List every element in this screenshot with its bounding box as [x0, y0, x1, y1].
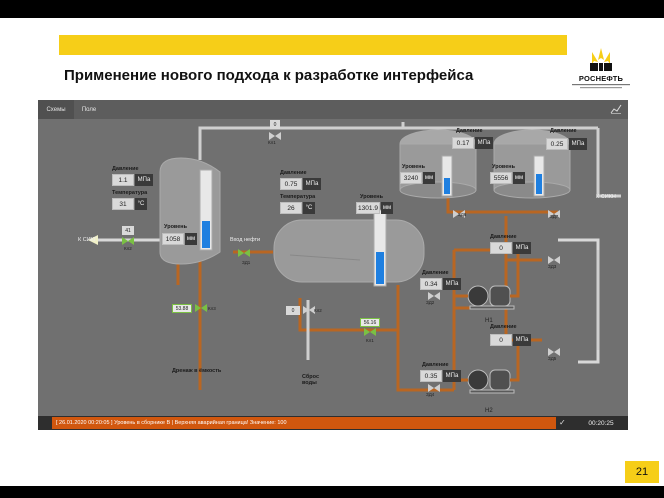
- tank-left-pressure-unit: МПа: [135, 174, 153, 186]
- valve-kv1b-value: 56.16: [360, 318, 380, 327]
- h2-pressure-unit: МПа: [443, 370, 461, 382]
- tank-left-pressure-label: Давление: [112, 166, 139, 172]
- alarm-status-bar: [ 26.01.2020 00:20:05 ] Уровень в сборни…: [38, 416, 628, 430]
- tank-left-pressure-value: 1.1: [112, 174, 134, 186]
- zd6-tag: ЗД6: [458, 212, 467, 217]
- valve-kv1b-tag: Кл1: [366, 338, 374, 343]
- pump-h2: [467, 369, 515, 394]
- rv1-pressure-value: 0.17: [452, 137, 474, 149]
- valve-kv3-icon[interactable]: [195, 304, 207, 312]
- zd5-tag: ЗД5: [548, 356, 557, 361]
- inlet-label: Вход нефти: [230, 237, 261, 243]
- pump-h2-name: Н2: [485, 408, 493, 414]
- valve-kv2-tag: Кл2: [124, 246, 132, 251]
- sep-pressure-value: 0.75: [280, 178, 302, 190]
- tank-left-level-fill: [202, 221, 210, 248]
- separator-vessel: [273, 209, 425, 287]
- zd1-tag: ЗД1: [242, 260, 251, 265]
- valve-kv1-tag: Кл1: [268, 140, 276, 145]
- h1-pressure-label: Давление: [422, 270, 449, 276]
- alarm-message[interactable]: [ 26.01.2020 00:20:05 ] Уровень в сборни…: [52, 417, 556, 429]
- valve-kv1-value: 0: [270, 120, 280, 129]
- tank-left-temp-value: 31: [112, 198, 134, 210]
- tank-left-temp-unit: °С: [135, 198, 147, 210]
- zd7-tag: ЗД7: [550, 214, 559, 219]
- rv2-level-label: Уровень: [492, 164, 516, 170]
- water-drain-label: Сброс воды: [302, 374, 320, 386]
- rv1-level-value: 3240: [400, 172, 422, 184]
- tank-left-level-label: Уровень: [164, 224, 188, 230]
- sep-temp-label: Температура: [280, 194, 316, 200]
- header-pressure-value: 0: [490, 242, 512, 254]
- valve-zd3-icon[interactable]: [548, 256, 560, 264]
- rv2-level-value: 5556: [490, 172, 512, 184]
- valve-zd5-icon[interactable]: [548, 348, 560, 356]
- rv2-pressure-value: 0.25: [546, 138, 568, 150]
- top-black-bar: [0, 0, 664, 18]
- h1-pressure-value: 0.34: [420, 278, 442, 290]
- separator-level-fill: [376, 252, 384, 284]
- h1-pressure-unit: МПа: [443, 278, 461, 290]
- process-diagram: [88, 122, 621, 394]
- h2-out-pressure-value: 0: [490, 334, 512, 346]
- accent-strip: [59, 35, 567, 55]
- valve-kv2-icon[interactable]: [122, 237, 134, 245]
- rv2-level-unit: мм: [513, 172, 525, 184]
- tank-left-level-unit: мм: [185, 233, 197, 245]
- drain-label: Дренаж в ёмкость: [172, 368, 222, 374]
- tank-left-temp-label: Температура: [112, 190, 148, 196]
- zd3-tag: ЗД3: [548, 264, 557, 269]
- sep-temp-unit: °С: [303, 202, 315, 214]
- rv1-level-label: Уровень: [402, 164, 426, 170]
- rv1-pressure-unit: МПа: [475, 137, 493, 149]
- header-pressure-unit: МПа: [513, 242, 531, 254]
- sep-level-value: 1301.9: [356, 202, 380, 214]
- valve-kv1-icon[interactable]: [269, 132, 281, 140]
- h2-out-pressure-unit: МПа: [513, 334, 531, 346]
- scada-screen: Схемы Поле 0 Кл1 41 Кл2 53.88 Кл3 0 Кл2 …: [38, 100, 628, 430]
- sep-pressure-unit: МПа: [303, 178, 321, 190]
- rv1-level-unit: мм: [423, 172, 435, 184]
- h2-pressure-label: Давление: [422, 362, 449, 368]
- page-number-badge: 21: [625, 461, 659, 483]
- bottom-black-bar: [0, 486, 664, 498]
- slide-title: Применение нового подхода к разработке и…: [64, 67, 474, 84]
- sep-temp-value: 26: [280, 202, 302, 214]
- logo-subtitle-mark: [572, 84, 630, 89]
- sep-pressure-label: Давление: [280, 170, 307, 176]
- valve-zd1-icon[interactable]: [238, 249, 250, 257]
- sep-level-label: Уровень: [360, 194, 384, 200]
- rv2-level-fill: [536, 174, 542, 194]
- rv1-pressure-label: Давление: [456, 128, 483, 134]
- valve-kv3-value: 53.88: [172, 304, 192, 313]
- tank-left: [159, 157, 221, 265]
- valve-kv2b-value: 0: [286, 306, 300, 315]
- logo-wordmark: РОСНЕФТЬ: [578, 74, 624, 83]
- h2-out-pressure-label: Давление: [490, 324, 517, 330]
- header-pressure-label: Давление: [490, 234, 517, 240]
- tank-left-level-value: 1058: [162, 233, 184, 245]
- valve-kv3-tag: Кл3: [208, 306, 216, 311]
- zd4-tag: ЗД4: [426, 392, 435, 397]
- valve-kv2-value: 41: [122, 226, 134, 235]
- acknowledge-check-icon[interactable]: ✓: [559, 418, 569, 428]
- rv1-level-fill: [444, 178, 450, 194]
- sep-level-unit: мм: [381, 202, 393, 214]
- zd2-tag: ЗД2: [426, 300, 435, 305]
- valve-kv1b-icon[interactable]: [364, 328, 376, 336]
- rv2-pressure-unit: МПа: [569, 138, 587, 150]
- h2-pressure-value: 0.35: [420, 370, 442, 382]
- status-clock: 00:20:25: [588, 419, 614, 427]
- to-sikg-label: К СИКГ: [78, 237, 97, 243]
- valve-zd4-icon[interactable]: [428, 384, 440, 392]
- pump-h1: [467, 285, 515, 310]
- valve-kv2b-tag: Кл2: [314, 308, 322, 313]
- rv2-pressure-label: Давление: [550, 128, 577, 134]
- to-sikn-label: К СИКН: [596, 194, 616, 200]
- valve-zd2-icon[interactable]: [428, 292, 440, 300]
